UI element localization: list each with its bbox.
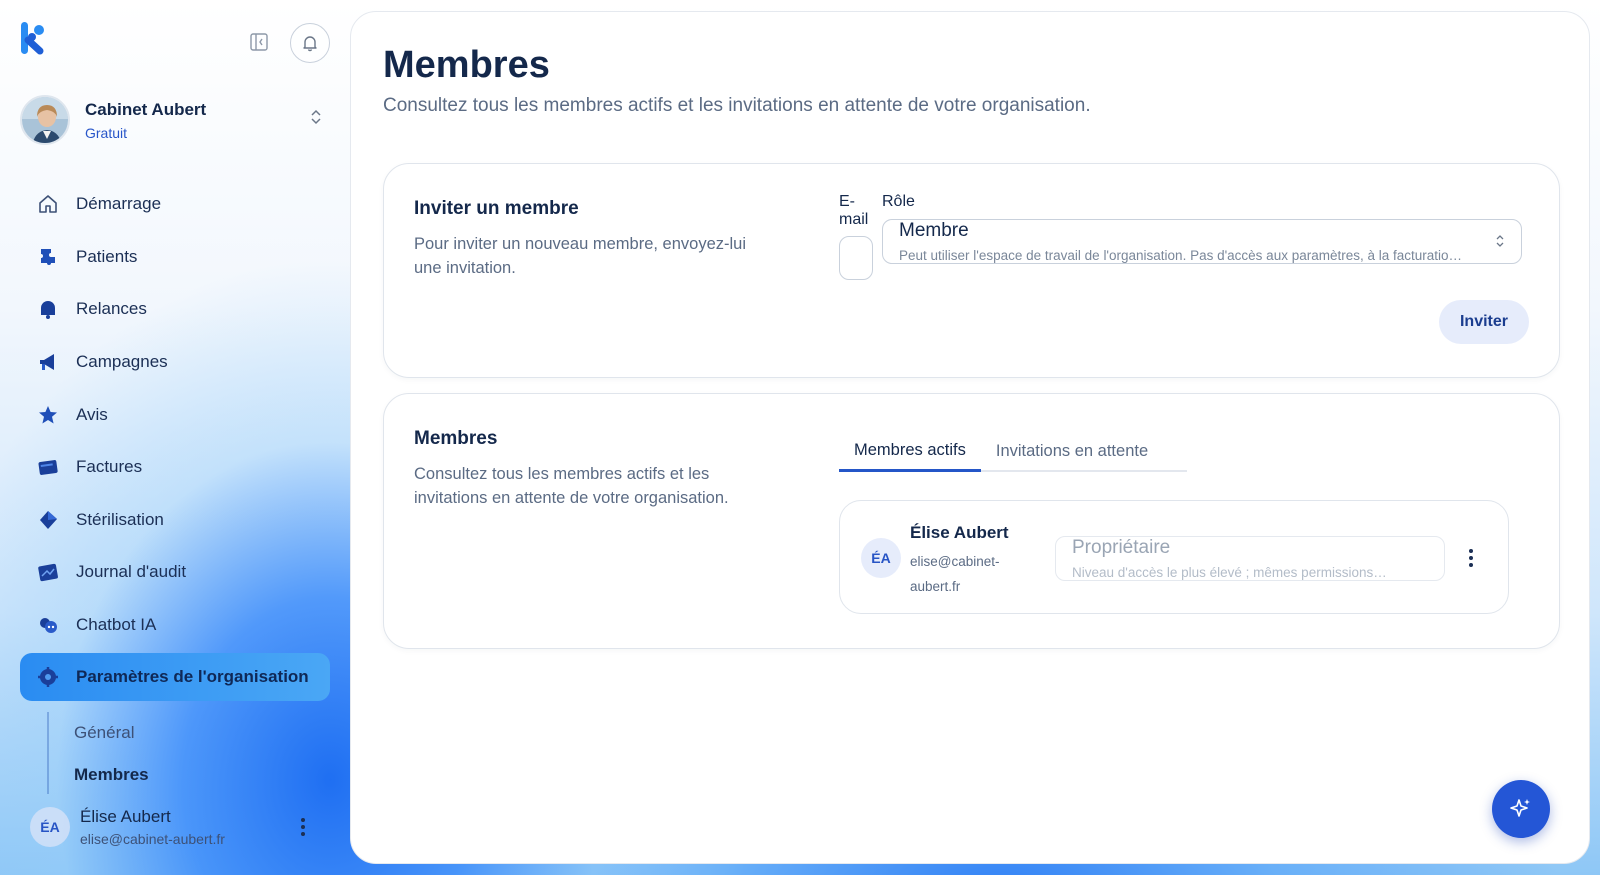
- user-avatar: ÉA: [30, 807, 70, 847]
- nav-item-patients[interactable]: Patients: [20, 231, 330, 284]
- members-card-title: Membres: [414, 428, 498, 449]
- nav-item-label: Factures: [76, 457, 143, 477]
- role-select[interactable]: Membre Peut utiliser l'espace de travail…: [882, 219, 1522, 264]
- nav-item-label: Campagnes: [76, 352, 168, 372]
- settings-subnav: Général Membres: [47, 712, 149, 794]
- organization-plan: Gratuit: [85, 124, 128, 141]
- role-selected-description: Peut utiliser l'espace de travail de l'o…: [899, 248, 1469, 263]
- member-avatar: ÉA: [861, 538, 901, 578]
- member-role-value: Propriétaire: [1072, 537, 1171, 558]
- tab-invitations-en-attente[interactable]: Invitations en attente: [981, 432, 1163, 470]
- nav-item-journal-audit[interactable]: Journal d'audit: [20, 546, 330, 599]
- megaphone-icon: [36, 350, 60, 374]
- sidebar-collapse-icon: [250, 33, 268, 51]
- nav-item-label: Chatbot IA: [76, 615, 157, 635]
- invite-member-card: Inviter un membre Pour inviter un nouvea…: [383, 163, 1560, 378]
- notifications-button[interactable]: [290, 23, 330, 63]
- app-logo[interactable]: [18, 20, 48, 56]
- nav-item-label: Avis: [76, 404, 108, 424]
- organization-switcher[interactable]: Cabinet Aubert Gratuit: [20, 94, 330, 146]
- role-label: Rôle: [882, 193, 915, 210]
- sparkles-icon: [1510, 799, 1530, 817]
- members-card: Membres Consultez tous les membres actif…: [383, 393, 1560, 649]
- ai-assistant-button[interactable]: [1492, 780, 1550, 838]
- nav-item-campagnes[interactable]: Campagnes: [20, 336, 330, 389]
- chevron-updown-icon: [1495, 233, 1505, 254]
- member-row: ÉA Élise Aubert elise@cabinet-aubert.fr …: [839, 500, 1509, 614]
- page-title: Membres: [383, 44, 550, 86]
- bell-filled-icon: [36, 297, 60, 321]
- bell-icon: [303, 36, 317, 52]
- nav-item-label: Stérilisation: [76, 509, 164, 529]
- role-selected-value: Membre: [899, 220, 969, 241]
- user-name: Élise Aubert: [80, 807, 171, 826]
- member-name: Élise Aubert: [910, 523, 1009, 542]
- chevron-updown-icon: [310, 108, 322, 131]
- members-tabs: Membres actifs Invitations en attente: [839, 432, 1187, 472]
- organization-name: Cabinet Aubert: [85, 99, 207, 119]
- subnav-item-general[interactable]: Général: [49, 712, 149, 754]
- puzzle-icon: [36, 245, 60, 269]
- nav-item-parametres-organisation[interactable]: Paramètres de l'organisation: [20, 653, 330, 702]
- member-role-select: Propriétaire Niveau d'accès le plus élev…: [1055, 536, 1445, 581]
- organization-avatar: [20, 95, 70, 145]
- invite-button[interactable]: Inviter: [1439, 300, 1529, 344]
- nav-item-sterilisation[interactable]: Stérilisation: [20, 494, 330, 547]
- subnav-item-membres[interactable]: Membres: [49, 754, 149, 796]
- invoice-icon: [36, 455, 60, 479]
- nav-item-label: Paramètres de l'organisation: [76, 667, 309, 687]
- member-email: elise@cabinet-aubert.fr: [910, 554, 1000, 594]
- nav-item-chatbot-ia[interactable]: Chatbot IA: [20, 599, 330, 652]
- home-icon: [36, 192, 60, 216]
- tab-membres-actifs[interactable]: Membres actifs: [839, 432, 981, 472]
- nav-item-label: Journal d'audit: [76, 562, 187, 582]
- invite-card-description: Pour inviter un nouveau membre, envoyez-…: [414, 235, 747, 277]
- nav-item-label: Patients: [76, 246, 138, 266]
- main-navigation: Démarrage Patients Relances Campagnes Av…: [20, 178, 330, 702]
- user-email: elise@cabinet-aubert.fr: [80, 831, 225, 847]
- email-label: E-mail: [839, 193, 869, 228]
- page-subtitle: Consultez tous les membres actifs et les…: [383, 95, 1091, 116]
- member-role-description: Niveau d'accès le plus élevé ; mêmes per…: [1072, 565, 1387, 580]
- main-panel: Membres Consultez tous les membres actif…: [350, 11, 1590, 864]
- journal-icon: [36, 560, 60, 584]
- sidebar: Cabinet Aubert Gratuit Démarrage Patient…: [0, 0, 350, 875]
- nav-item-avis[interactable]: Avis: [20, 388, 330, 441]
- invite-card-title: Inviter un membre: [414, 198, 579, 219]
- email-input[interactable]: [839, 236, 873, 280]
- diamond-icon: [36, 508, 60, 532]
- star-icon: [36, 403, 60, 427]
- nav-item-demarrage[interactable]: Démarrage: [20, 178, 330, 231]
- chatbot-icon: [36, 613, 60, 637]
- nav-item-factures[interactable]: Factures: [20, 441, 330, 494]
- members-card-description: Consultez tous les membres actifs et les…: [414, 465, 729, 507]
- nav-item-relances[interactable]: Relances: [20, 283, 330, 336]
- current-user[interactable]: ÉA Élise Aubert elise@cabinet-aubert.fr: [30, 803, 330, 851]
- nav-item-label: Relances: [76, 299, 147, 319]
- member-actions-kebab-icon[interactable]: [1463, 547, 1479, 569]
- user-menu-kebab-icon[interactable]: [295, 816, 311, 838]
- nav-item-label: Démarrage: [76, 194, 162, 214]
- collapse-sidebar-button[interactable]: [247, 30, 271, 54]
- settings-icon: [36, 665, 60, 689]
